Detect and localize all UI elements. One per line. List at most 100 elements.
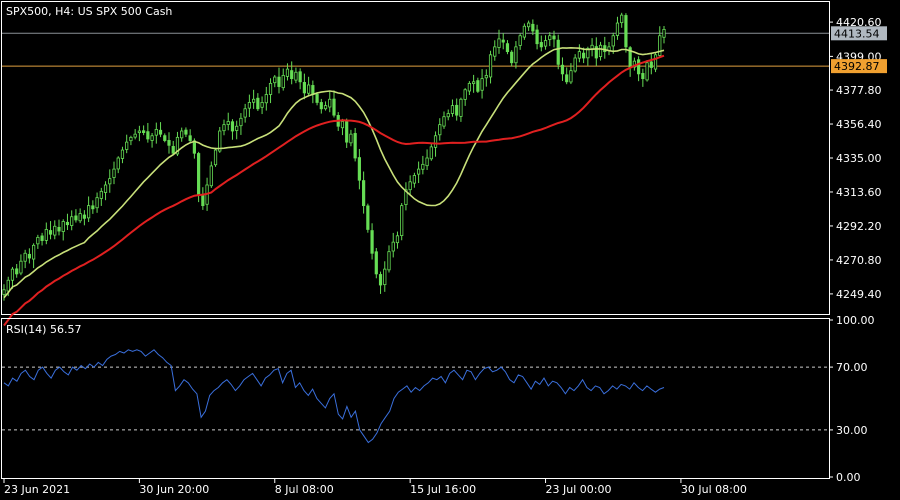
candle-body — [522, 25, 526, 38]
candle-body — [213, 149, 218, 166]
candle-body — [273, 76, 277, 84]
candle-body — [40, 235, 44, 241]
candle-body — [620, 14, 624, 24]
candle-body — [91, 205, 95, 210]
candle-body — [565, 74, 569, 83]
candle-body — [603, 45, 607, 53]
candle-body — [446, 113, 450, 118]
candle-body — [510, 51, 514, 64]
candle-body — [370, 230, 374, 254]
candle-body — [116, 157, 120, 170]
candle-body — [201, 194, 205, 207]
candle-body — [395, 235, 400, 244]
candle-body — [323, 105, 328, 110]
candle-body — [19, 260, 23, 274]
candle-body — [505, 43, 510, 53]
candle-body — [391, 241, 395, 252]
candle-body — [362, 180, 366, 207]
candle-body — [598, 44, 603, 58]
candle-body — [429, 146, 433, 160]
time-tick-label: 8 Jul 08:00 — [275, 483, 334, 496]
candle-body — [366, 205, 370, 230]
candle-body — [95, 197, 99, 209]
candle-body — [493, 46, 497, 57]
candle-body — [514, 46, 518, 64]
rsi-tick-label: 30.00 — [836, 424, 868, 437]
candle-body — [120, 149, 125, 159]
candle-body — [569, 70, 573, 83]
candle-body — [103, 184, 108, 193]
candle-body — [163, 135, 167, 141]
candle-body — [611, 35, 615, 47]
price-tick-label: 4335.00 — [836, 152, 882, 165]
price-tick-label: 4270.80 — [836, 254, 882, 267]
price-tick-label: 4356.40 — [836, 118, 882, 131]
candle-body — [488, 54, 493, 78]
time-tick-label: 23 Jul 00:00 — [546, 483, 612, 496]
candle-body — [192, 140, 196, 154]
candle-body — [459, 98, 463, 117]
candle-body — [421, 163, 425, 170]
candle-body — [484, 75, 488, 79]
candle-body — [518, 35, 522, 46]
candle-body — [340, 121, 345, 129]
candle-body — [167, 140, 171, 146]
candle-body — [353, 133, 357, 159]
candle-body — [44, 229, 48, 241]
candle-body — [433, 135, 438, 148]
candle-body — [27, 253, 31, 259]
candle-body — [442, 116, 446, 127]
candle-body — [315, 93, 319, 103]
candle-body — [582, 52, 586, 59]
candle-body — [573, 57, 577, 72]
candle-body — [501, 39, 505, 43]
candle-body — [222, 124, 226, 132]
candle-body — [61, 221, 65, 232]
rsi-tick-label: 100.00 — [836, 314, 875, 327]
candle-body — [662, 29, 666, 38]
time-tick-label: 30 Jun 20:00 — [139, 483, 209, 496]
candle-body — [302, 82, 306, 94]
candle-body — [624, 15, 628, 48]
candle-body — [543, 40, 548, 47]
candle-body — [256, 97, 260, 110]
candle-body — [180, 130, 184, 139]
candle-body — [53, 225, 57, 236]
price-tick-label: 4377.80 — [836, 84, 882, 97]
candle-body — [78, 213, 82, 222]
candle-body — [129, 136, 133, 142]
candle-body — [247, 102, 251, 109]
candle-body — [590, 44, 594, 50]
candle-body — [455, 104, 459, 116]
rsi-title: RSI(14) 56.57 — [6, 323, 81, 336]
candle-body — [412, 175, 416, 184]
candle-body — [281, 75, 285, 89]
candle-body — [476, 80, 480, 92]
candle-body — [112, 168, 116, 178]
chart-background — [0, 0, 900, 500]
candle-body — [57, 226, 61, 232]
candle-body — [285, 68, 290, 77]
candle-body — [548, 35, 552, 41]
candle-body — [99, 190, 103, 199]
candle-body — [535, 29, 539, 45]
rsi-tick-label: 0.00 — [836, 471, 861, 484]
candle-body — [23, 252, 27, 262]
candle-body — [472, 81, 476, 84]
candle-body — [65, 221, 70, 226]
time-tick-label: 15 Jul 16:00 — [410, 483, 476, 496]
candle-body — [268, 82, 273, 95]
candle-body — [10, 268, 15, 281]
time-tick-label: 23 Jun 2021 — [4, 483, 70, 496]
candle-body — [378, 274, 383, 286]
candle-body — [184, 129, 188, 135]
candle-body — [137, 130, 141, 134]
candle-body — [311, 85, 315, 95]
candle-body — [252, 98, 256, 103]
candle-body — [108, 178, 112, 185]
price-chart[interactable]: 4420.604399.004377.804356.404335.004313.… — [0, 0, 900, 500]
candle-body — [15, 268, 19, 275]
candle-body — [387, 251, 391, 271]
candle-body — [641, 73, 645, 80]
candle-body — [552, 35, 556, 40]
